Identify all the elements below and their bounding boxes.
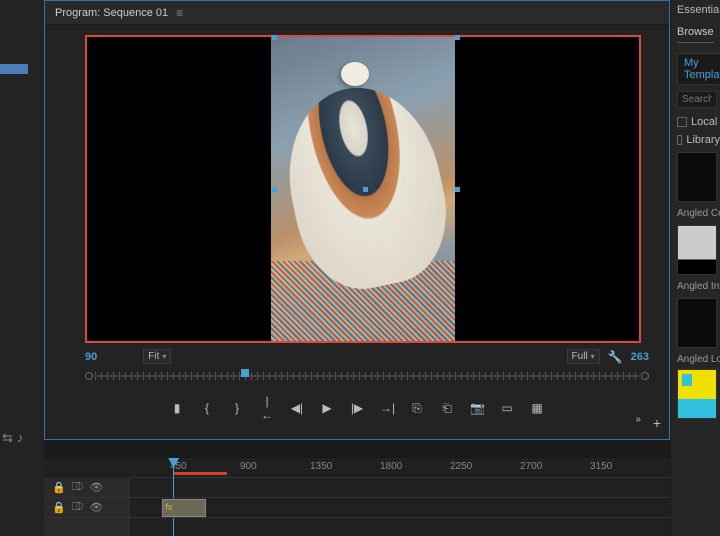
quality-dropdown[interactable]: Full ▾ — [567, 349, 600, 364]
selection-handle[interactable] — [455, 35, 460, 40]
time-tick: 2700 — [520, 461, 542, 472]
video-track-lane[interactable]: fx — [130, 498, 670, 518]
template-label: Angled Coming Up — [677, 208, 720, 219]
track-header-row: 🔒 ⎄ 👁 — [44, 498, 129, 518]
left-toolbar: ⇆ ♪ — [0, 0, 44, 536]
selection-handle[interactable] — [455, 187, 460, 192]
time-tick: 2250 — [450, 461, 472, 472]
selection-handle[interactable] — [272, 187, 277, 192]
program-panel-title: Program: Sequence 01 — [55, 7, 168, 19]
template-label: Angled Intro — [677, 281, 720, 292]
scrub-playhead[interactable] — [241, 369, 249, 377]
add-button[interactable]: + — [653, 415, 661, 431]
lock-icon[interactable]: 🔒 — [52, 501, 66, 514]
time-tick: 900 — [240, 461, 257, 472]
settings-wrench-icon[interactable]: 🔧 — [608, 350, 623, 364]
render-bar — [173, 472, 227, 475]
lock-icon[interactable]: 🔒 — [52, 481, 66, 494]
timeline-clip[interactable]: fx — [162, 499, 205, 517]
template-label: Angled Lower Third — [677, 354, 720, 365]
comparison-view-button[interactable]: ▭ — [500, 401, 514, 415]
library-label: Library — [686, 134, 720, 146]
checkbox-icon[interactable] — [677, 135, 682, 145]
browse-tab[interactable]: Browse — [677, 26, 714, 43]
step-forward-button[interactable]: |▶ — [350, 401, 364, 415]
step-back-button[interactable]: ◀| — [290, 401, 304, 415]
template-thumbnail[interactable] — [677, 152, 717, 202]
source-clip-chip[interactable] — [0, 64, 28, 74]
viewer-control-row: 90 Fit ▾ Full ▾ 🔧 263 — [45, 347, 669, 364]
template-thumbnail[interactable] — [677, 225, 717, 275]
selection-handle[interactable] — [272, 35, 277, 40]
anchor-point-icon[interactable] — [363, 187, 368, 192]
chevron-down-icon: ▾ — [162, 352, 166, 361]
more-button[interactable]: » — [635, 414, 641, 425]
template-thumbnail[interactable] — [677, 369, 717, 419]
lift-button[interactable]: ⎘ — [410, 401, 424, 416]
play-button[interactable]: ▶ — [320, 401, 334, 415]
eye-icon[interactable]: 👁 — [89, 481, 103, 494]
checkbox-icon[interactable] — [677, 117, 687, 127]
mark-in-button[interactable]: { — [200, 401, 214, 415]
go-to-out-button[interactable]: →| — [380, 401, 394, 415]
essential-graphics-title: Essential Graphics — [677, 4, 720, 16]
sync-icon[interactable]: ⎄ — [72, 501, 84, 514]
fx-badge-icon: fx — [165, 502, 172, 512]
sync-icon[interactable]: ⎄ — [72, 481, 84, 494]
program-viewer[interactable] — [85, 35, 641, 343]
extract-button[interactable]: ⎗ — [440, 401, 454, 416]
scrub-endpoint-right[interactable] — [641, 372, 649, 380]
quality-label: Full — [572, 351, 588, 362]
transport-controls: ▮ { } |← ◀| ▶ |▶ →| ⎘ ⎗ 📷 ▭ ▦ — [45, 390, 669, 426]
export-frame-button[interactable]: 📷 — [470, 401, 484, 415]
time-tick: 1350 — [310, 461, 332, 472]
eye-icon[interactable]: 👁 — [89, 501, 103, 514]
time-tick: 1800 — [380, 461, 402, 472]
safe-margins-button[interactable]: ▦ — [530, 401, 544, 415]
track-header-area: 🔒 ⎄ 👁 🔒 ⎄ 👁 — [44, 478, 130, 536]
scrub-bar[interactable] — [85, 368, 649, 384]
zoom-dropdown[interactable]: Fit ▾ — [143, 349, 171, 364]
template-thumbnail[interactable] — [677, 298, 717, 348]
go-to-in-button[interactable]: |← — [260, 394, 274, 422]
my-templates-button[interactable]: My Templates — [677, 53, 720, 85]
track-header-row: 🔒 ⎄ 👁 — [44, 478, 129, 498]
essential-graphics-panel: Essential Graphics Browse My Templates L… — [670, 0, 720, 536]
timeline-panel: 45090013501800225027003150 🔒 ⎄ 👁 🔒 ⎄ 👁 f… — [44, 458, 670, 536]
local-label: Local — [691, 116, 717, 128]
time-ruler[interactable]: 45090013501800225027003150 — [130, 458, 670, 478]
scrub-track — [95, 375, 639, 377]
tool-audio-icon[interactable]: ♪ — [17, 430, 24, 446]
jar-lid-knob — [341, 62, 369, 86]
local-checkbox-row[interactable]: Local — [677, 116, 720, 128]
scrub-endpoint-left[interactable] — [85, 372, 93, 380]
chevron-down-icon: ▾ — [591, 352, 595, 361]
library-checkbox-row[interactable]: Library — [677, 134, 720, 146]
panel-menu-icon[interactable]: ≡ — [176, 6, 183, 20]
left-timecode[interactable]: 90 — [85, 351, 97, 363]
program-monitor-panel: Program: Sequence 01 ≡ 90 Fit ▾ Full ▾ 🔧… — [44, 0, 670, 440]
template-search-input[interactable] — [677, 91, 717, 108]
mark-out-button[interactable]: } — [230, 401, 244, 415]
add-marker-button[interactable]: ▮ — [170, 401, 184, 415]
tool-swap-icon[interactable]: ⇆ — [2, 430, 13, 446]
right-timecode[interactable]: 263 — [631, 351, 649, 363]
video-track-lane[interactable] — [130, 478, 670, 498]
zoom-label: Fit — [148, 351, 159, 362]
program-panel-header[interactable]: Program: Sequence 01 ≡ — [45, 1, 669, 25]
time-tick: 3150 — [590, 461, 612, 472]
